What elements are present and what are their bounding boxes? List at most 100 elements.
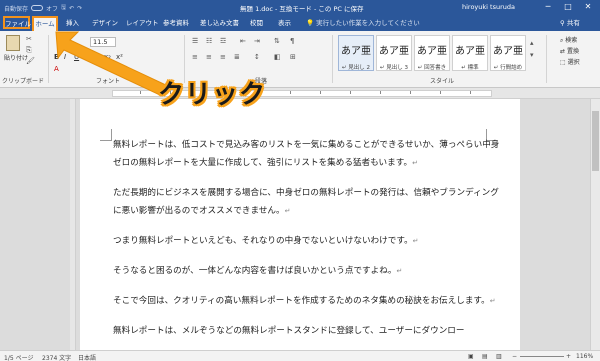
group-divider: [48, 35, 49, 83]
cut-icon[interactable]: ✂: [26, 35, 32, 43]
vertical-ruler[interactable]: [70, 99, 76, 350]
subscript-button[interactable]: x₂: [104, 53, 111, 61]
tab-design[interactable]: デザイン: [92, 17, 118, 27]
bold-button[interactable]: B: [54, 53, 59, 61]
line-spacing-icon[interactable]: ↕: [254, 53, 260, 61]
word-count[interactable]: 2374 文字: [42, 353, 71, 361]
decrease-indent-icon[interactable]: ⇤: [240, 37, 246, 45]
redo-icon[interactable]: ↷: [77, 5, 82, 12]
replace-button[interactable]: ⇄ 置換: [560, 46, 579, 55]
tab-layout[interactable]: レイアウト: [126, 17, 159, 27]
paragraph[interactable]: つまり無料レポートといえども、それなりの中身でないといけないわけです。↵: [113, 232, 503, 250]
shading-icon[interactable]: ◧: [274, 53, 281, 61]
ruler-tick: [410, 91, 411, 94]
style-sample: あア亜: [341, 46, 371, 57]
read-mode-icon[interactable]: ▣: [468, 353, 474, 360]
multilevel-list-icon[interactable]: ☲: [220, 37, 226, 45]
style-name: ↵ 標準: [461, 65, 479, 71]
underline-button[interactable]: U: [74, 53, 79, 61]
scrollbar-thumb[interactable]: [592, 111, 599, 171]
zoom-in-button[interactable]: +: [566, 353, 571, 360]
clipboard-group-label: クリップボード: [2, 78, 45, 85]
zoom-out-button[interactable]: −: [512, 353, 517, 360]
align-right-icon[interactable]: ≡: [220, 53, 226, 61]
style-name: ↵ 見出し 3: [379, 65, 409, 71]
borders-icon[interactable]: ⊞: [290, 53, 296, 61]
paragraph-text: そこで今回は、クオリティの高い無料レポートを作成するためのネタ集めの秘訣をお伝え…: [113, 296, 490, 306]
zoom-level[interactable]: 116%: [576, 353, 593, 360]
font-size-select[interactable]: 11.5: [90, 37, 116, 47]
horizontal-ruler[interactable]: [0, 88, 600, 99]
tab-view[interactable]: 表示: [278, 17, 291, 27]
select-button[interactable]: ⬚ 選択: [560, 57, 580, 66]
document-body[interactable]: 無料レポートは、低コストで見込み客のリストを一気に集めることができるせいか、薄っ…: [113, 136, 503, 352]
style-sample: あア亜: [379, 46, 409, 57]
paragraph[interactable]: ただ長期的にビジネスを展開する場合に、中身ゼロの無料レポートの発行は、信頼やブラ…: [113, 184, 503, 220]
paragraph[interactable]: そこで今回は、クオリティの高い無料レポートを作成するためのネタ集めの秘訣をお伝え…: [113, 292, 503, 310]
numbering-icon[interactable]: ☷: [206, 37, 212, 45]
user-name[interactable]: hiroyuki tsuruda: [462, 3, 515, 11]
document-title: 無題 1.doc - 互換モード - この PC に保存: [240, 5, 364, 13]
select-icon: ⬚: [560, 59, 568, 66]
share-button[interactable]: ⚲ 共有: [560, 17, 580, 27]
style-answer[interactable]: あア亜 ↵ 回答書き: [414, 35, 450, 71]
sort-icon[interactable]: ⇅: [274, 37, 280, 45]
tell-me-box[interactable]: 💡 実行したい作業を入力してください: [306, 17, 420, 27]
italic-button[interactable]: I: [64, 53, 66, 61]
paragraph-text: ただ長期的にビジネスを展開する場合に、中身ゼロの無料レポートの発行は、信頼やブラ…: [113, 188, 499, 216]
maximize-button[interactable]: □: [560, 1, 576, 13]
replace-label: 置換: [566, 48, 579, 55]
paragraph-mark: ↵: [412, 159, 418, 167]
find-button[interactable]: ⌕ 検索: [560, 35, 577, 45]
ribbon-home: 貼り付け ✂ ⎘ 🖌 クリップボード 11.5 B I U abc x₂ x² …: [0, 31, 600, 88]
paste-icon[interactable]: [6, 35, 20, 51]
group-divider: [332, 35, 333, 83]
minimize-button[interactable]: ─: [540, 1, 556, 13]
language-status[interactable]: 日本語: [78, 353, 96, 361]
crop-mark: [100, 129, 112, 141]
style-heading-2[interactable]: あア亜 ↵ 見出し 2: [338, 35, 374, 71]
show-marks-icon[interactable]: ¶: [290, 37, 294, 45]
styles-scroll-up-icon[interactable]: ▴: [530, 39, 534, 47]
style-name: ↵ 見出し 2: [341, 65, 371, 71]
document-page[interactable]: 無料レポートは、低コストで見込み客のリストを一気に集めることができるせいか、薄っ…: [80, 99, 520, 350]
align-left-icon[interactable]: ≡: [192, 53, 198, 61]
style-no-spacing[interactable]: あア亜 ↵ 行間詰め: [490, 35, 526, 71]
align-center-icon[interactable]: ≡: [206, 53, 212, 61]
tab-mailings[interactable]: 差し込み文書: [200, 17, 239, 27]
paste-label[interactable]: 貼り付け: [4, 53, 28, 62]
style-normal[interactable]: あア亜 ↵ 標準: [452, 35, 488, 71]
justify-icon[interactable]: ≣: [234, 53, 240, 61]
web-layout-icon[interactable]: ▥: [496, 353, 502, 360]
ruler-tick: [290, 91, 291, 94]
tab-file[interactable]: ファイル: [3, 16, 31, 29]
paragraph-mark: ↵: [489, 297, 496, 305]
bullets-icon[interactable]: ☰: [192, 37, 198, 45]
zoom-slider[interactable]: [520, 356, 564, 357]
print-layout-icon[interactable]: ▤: [482, 353, 488, 360]
style-heading-3[interactable]: あア亜 ↵ 見出し 3: [376, 35, 412, 71]
styles-scroll-down-icon[interactable]: ▾: [530, 51, 534, 59]
undo-icon[interactable]: ↶: [69, 5, 74, 12]
ruler-tick: [320, 91, 321, 94]
tab-references[interactable]: 参考資料: [163, 17, 189, 27]
font-color-button[interactable]: A: [54, 65, 59, 73]
paragraph[interactable]: そうなると困るのが、一体どんな内容を書けば良いかという点ですよね。↵: [113, 262, 503, 280]
superscript-button[interactable]: x²: [116, 53, 123, 61]
paragraph[interactable]: 無料レポートは、低コストで見込み客のリストを一気に集めることができるせいか、薄っ…: [113, 136, 503, 172]
tab-review[interactable]: 校閲: [250, 17, 263, 27]
paragraph[interactable]: 無料レポートは、メルぞうなどの無料レポートスタンドに登録して、ユーザーにダウンロ…: [113, 322, 503, 340]
ruler-tick: [470, 91, 471, 94]
strikethrough-button[interactable]: abc: [86, 53, 99, 61]
annotation-label: クリック: [158, 80, 267, 110]
page-count[interactable]: 1/5 ページ: [4, 353, 33, 361]
vertical-scrollbar[interactable]: [590, 99, 600, 350]
tab-home[interactable]: ホーム: [32, 16, 58, 31]
close-button[interactable]: ✕: [580, 1, 596, 13]
save-icon[interactable]: 🖫: [61, 3, 66, 13]
increase-indent-icon[interactable]: ⇥: [254, 37, 260, 45]
copy-icon[interactable]: ⎘: [26, 46, 32, 55]
tab-insert[interactable]: 挿入: [66, 17, 79, 27]
autosave-toggle[interactable]: [31, 5, 44, 11]
format-painter-icon[interactable]: 🖌: [26, 57, 35, 65]
